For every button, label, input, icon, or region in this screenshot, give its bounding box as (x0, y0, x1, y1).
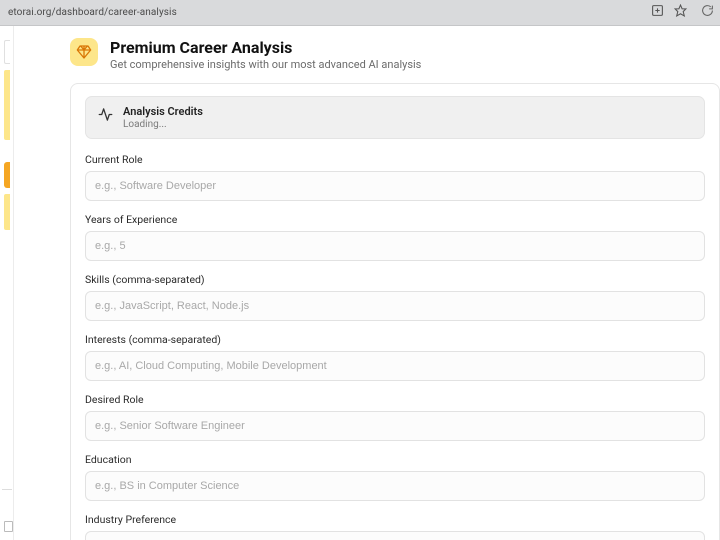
refresh-icon[interactable] (701, 4, 714, 21)
sidebar-item[interactable] (4, 70, 10, 140)
main-content: Premium Career Analysis Get comprehensiv… (14, 26, 720, 540)
interests-input[interactable] (85, 351, 705, 381)
analysis-form-card: Analysis Credits Loading... Current Role… (70, 83, 720, 540)
education-label: Education (85, 453, 705, 466)
credits-status: Loading... (123, 119, 203, 130)
sidebar-item[interactable] (4, 40, 10, 64)
education-input[interactable] (85, 471, 705, 501)
interests-label: Interests (comma-separated) (85, 333, 705, 346)
industry-label: Industry Preference (85, 513, 705, 526)
bookmark-star-icon[interactable] (674, 4, 687, 21)
current-role-label: Current Role (85, 153, 705, 166)
credits-title: Analysis Credits (123, 105, 203, 118)
window-corner-icon (4, 521, 13, 532)
skills-input[interactable] (85, 291, 705, 321)
credits-box: Analysis Credits Loading... (85, 96, 705, 139)
sidebar-item[interactable] (4, 194, 10, 230)
install-app-icon[interactable] (651, 4, 664, 21)
premium-gem-icon (70, 38, 98, 66)
years-experience-input[interactable] (85, 231, 705, 261)
page-subtitle: Get comprehensive insights with our most… (110, 58, 421, 71)
activity-icon (98, 105, 113, 126)
browser-address-bar: etorai.org/dashboard/career-analysis (0, 0, 720, 26)
page-header: Premium Career Analysis Get comprehensiv… (70, 38, 720, 71)
sidebar-item-active[interactable] (4, 162, 10, 188)
browser-action-icons (651, 4, 714, 21)
industry-input[interactable] (85, 531, 705, 540)
years-experience-label: Years of Experience (85, 213, 705, 226)
skills-label: Skills (comma-separated) (85, 273, 705, 286)
desired-role-input[interactable] (85, 411, 705, 441)
sidebar (0, 26, 14, 540)
page-title: Premium Career Analysis (110, 38, 421, 57)
desired-role-label: Desired Role (85, 393, 705, 406)
sidebar-divider (2, 489, 12, 490)
current-role-input[interactable] (85, 171, 705, 201)
page-url: etorai.org/dashboard/career-analysis (8, 7, 177, 18)
